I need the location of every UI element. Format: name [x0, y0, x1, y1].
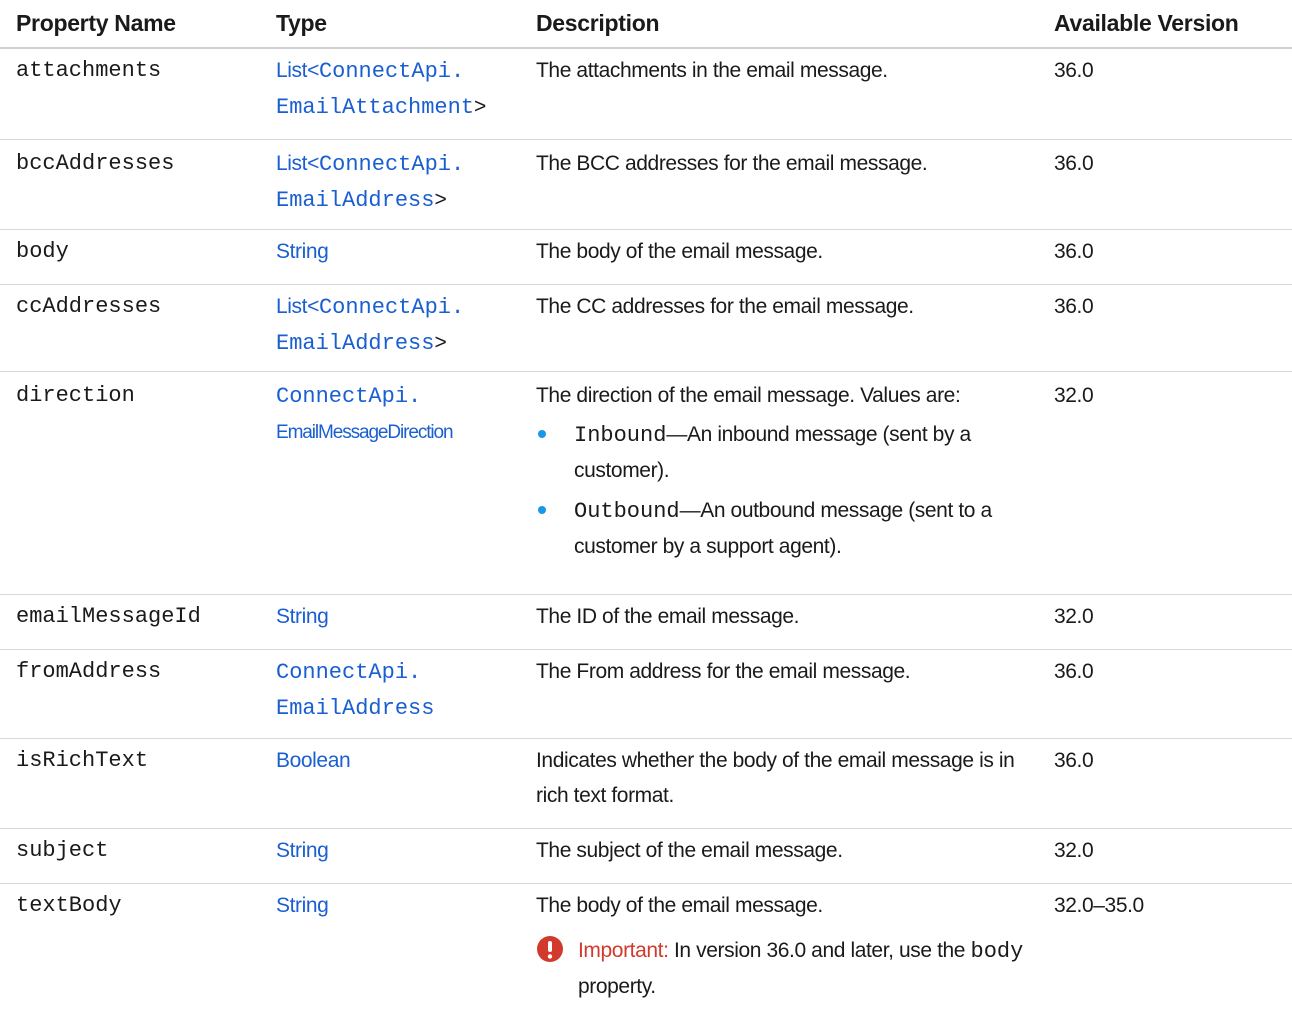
- table-row: isRichText Boolean Indicates whether the…: [0, 738, 1292, 829]
- version-cell: 32.0: [1038, 828, 1292, 884]
- type-link[interactable]: String: [276, 605, 329, 628]
- type-link-connectapi[interactable]: ConnectApi.: [319, 152, 464, 177]
- type-cell: String: [260, 229, 520, 285]
- type-link-class[interactable]: EmailAddress: [276, 696, 434, 721]
- important-note: Important: In version 36.0 and later, us…: [536, 933, 1024, 1004]
- version-cell: 36.0: [1038, 284, 1292, 372]
- type-suffix: >: [434, 188, 447, 211]
- version-cell: 36.0: [1038, 649, 1292, 739]
- version-cell: 36.0: [1038, 738, 1292, 829]
- important-body: In version 36.0 and later, use the: [668, 939, 971, 962]
- header-available-version: Available Version: [1038, 0, 1292, 49]
- description-text: The body of the email message.: [536, 894, 823, 917]
- table-row: bccAddresses List<ConnectApi. EmailAddres…: [0, 139, 1292, 230]
- type-link-connectapi[interactable]: ConnectApi.: [276, 660, 421, 685]
- important-body-end: property.: [578, 975, 656, 998]
- type-link[interactable]: String: [276, 894, 329, 917]
- type-link-class[interactable]: EmailMessageDirection: [276, 422, 454, 443]
- value-code: Inbound: [574, 423, 667, 448]
- list-item: Inbound—An inbound message (sent by a cu…: [536, 417, 1038, 488]
- type-link-list[interactable]: List<: [276, 59, 319, 82]
- bullet-icon: [538, 506, 546, 514]
- property-name: emailMessageId: [0, 594, 260, 650]
- description-cell: The subject of the email message.: [520, 828, 1038, 884]
- type-link[interactable]: Boolean: [276, 749, 351, 772]
- type-cell: ConnectApi. EmailMessageDirection: [260, 371, 520, 595]
- important-text: Important: In version 36.0 and later, us…: [578, 933, 1024, 1004]
- table-row: fromAddress ConnectApi. EmailAddress The …: [0, 649, 1292, 739]
- type-link-class[interactable]: EmailAddress: [276, 188, 434, 213]
- type-link-connectapi[interactable]: ConnectApi.: [319, 295, 464, 320]
- version-cell: 36.0: [1038, 139, 1292, 230]
- property-name: body: [0, 229, 260, 285]
- type-link[interactable]: String: [276, 839, 329, 862]
- description-text: The direction of the email message. Valu…: [536, 384, 961, 407]
- table-row: body String The body of the email messag…: [0, 229, 1292, 285]
- type-link-class[interactable]: EmailAddress: [276, 331, 434, 356]
- table-row: direction ConnectApi. EmailMessageDirecti…: [0, 371, 1292, 595]
- version-cell: 32.0: [1038, 371, 1292, 595]
- table-row: textBody String The body of the email me…: [0, 884, 1292, 1024]
- description-cell: Indicates whether the body of the email …: [520, 738, 1038, 829]
- properties-table: Property Name Type Description Available…: [0, 0, 1292, 1023]
- type-cell: List<ConnectApi. EmailAttachment>: [260, 48, 520, 140]
- version-cell: 36.0: [1038, 229, 1292, 285]
- bullet-icon: [538, 430, 546, 438]
- table-row: subject String The subject of the email …: [0, 828, 1292, 884]
- header-type: Type: [260, 0, 520, 49]
- type-suffix: >: [474, 95, 486, 118]
- description-cell: The body of the email message.: [520, 229, 1038, 285]
- property-name: textBody: [16, 893, 122, 918]
- type-cell: Boolean: [260, 738, 520, 829]
- version-cell: 32.0: [1038, 594, 1292, 650]
- property-name: direction: [0, 371, 260, 595]
- table-row: emailMessageId String The ID of the emai…: [0, 594, 1292, 650]
- header-property-name: Property Name: [0, 0, 260, 49]
- description-cell: The direction of the email message. Valu…: [520, 371, 1038, 595]
- property-name: isRichText: [0, 738, 260, 829]
- table-row: attachments List<ConnectApi. EmailAttachm…: [0, 48, 1292, 140]
- description-cell: The BCC addresses for the email message.: [520, 139, 1038, 230]
- type-link-list[interactable]: List<: [276, 152, 319, 175]
- important-code: body: [970, 939, 1024, 964]
- header-description: Description: [520, 0, 1038, 49]
- type-cell: String: [260, 884, 520, 1024]
- description-cell: The ID of the email message.: [520, 594, 1038, 650]
- property-name: attachments: [0, 48, 260, 140]
- type-link-connectapi[interactable]: ConnectApi.: [319, 59, 464, 84]
- type-cell: ConnectApi. EmailAddress: [260, 649, 520, 739]
- property-name: ccAddresses: [0, 284, 260, 372]
- type-cell: List<ConnectApi. EmailAddress>: [260, 139, 520, 230]
- property-name: fromAddress: [0, 649, 260, 739]
- values-list: Inbound—An inbound message (sent by a cu…: [536, 417, 1038, 564]
- type-link-list[interactable]: List<: [276, 295, 319, 318]
- property-name: bccAddresses: [0, 139, 260, 230]
- type-link[interactable]: String: [276, 240, 329, 263]
- description-cell: The From address for the email message.: [520, 649, 1038, 739]
- property-name: subject: [0, 828, 260, 884]
- table-header-row: Property Name Type Description Available…: [0, 0, 1292, 49]
- type-suffix: >: [434, 331, 447, 354]
- type-cell: String: [260, 828, 520, 884]
- version-cell: 36.0: [1038, 48, 1292, 140]
- description-cell: The CC addresses for the email message.: [520, 284, 1038, 372]
- description-cell: The body of the email message. Important…: [520, 884, 1038, 1024]
- description-cell: The attachments in the email message.: [520, 48, 1038, 140]
- type-link-class[interactable]: EmailAttachment: [276, 95, 474, 120]
- value-code: Outbound: [574, 499, 680, 524]
- type-cell: List<ConnectApi. EmailAddress>: [260, 284, 520, 372]
- important-label: Important:: [578, 939, 669, 962]
- version-cell: 32.0–35.0: [1054, 894, 1144, 917]
- type-cell: String: [260, 594, 520, 650]
- type-link-connectapi[interactable]: ConnectApi.: [276, 384, 421, 409]
- list-item: Outbound—An outbound message (sent to a …: [536, 493, 1038, 564]
- table-row: ccAddresses List<ConnectApi. EmailAddress…: [0, 284, 1292, 372]
- exclamation-circle-icon: [537, 936, 563, 962]
